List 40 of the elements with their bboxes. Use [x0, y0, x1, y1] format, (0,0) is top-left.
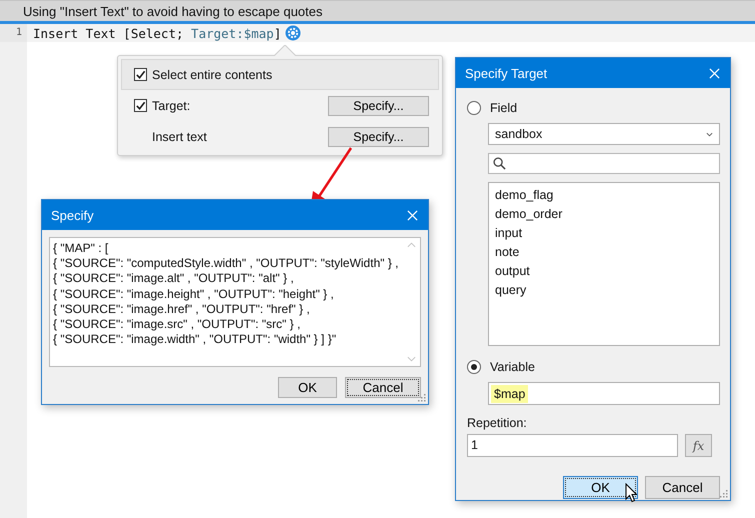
radio-button[interactable]	[467, 101, 481, 115]
repetition-label: Repetition:	[467, 416, 528, 432]
option-label: Select entire contents	[152, 68, 274, 82]
variable-field[interactable]: $map	[488, 382, 720, 405]
formula-button[interactable]: fx	[685, 434, 712, 457]
specify-button[interactable]: Specify...	[328, 96, 429, 116]
script-title: Using "Insert Text" to avoid having to escape quotes	[23, 4, 323, 18]
close-icon[interactable]	[709, 68, 720, 78]
checkbox[interactable]	[134, 68, 147, 81]
calculation-text: { "MAP" : [ { "SOURCE": "computedStyle.width" , "OUTPUT": "styleWidth" } , { "SOURCE": "image.alt" , "OUTPUT": "alt" } , { "SOURCE": "image.height" , "OUTPUT": "height" } , { "SOURCE": "image.href" , "OUTPUT": "href" } , { "SOURCE": "image.src" , "OUTPUT": "src" } , { "SOURCE": "image.width" , "OUTPUT": "width" } ] }"	[52, 240, 400, 348]
ok-button[interactable]: OK	[278, 377, 337, 398]
cancel-button[interactable]: Cancel	[345, 377, 421, 398]
dialog-title: Specify Target	[465, 66, 548, 80]
radio-label: Variable	[490, 360, 535, 374]
radio-label: Field	[490, 101, 518, 115]
search-icon	[493, 157, 506, 170]
close-icon[interactable]	[407, 210, 418, 220]
resize-grip-icon[interactable]	[718, 488, 728, 498]
option-label: Insert text	[152, 130, 208, 144]
mouse-pointer-icon	[625, 483, 637, 503]
list-item[interactable]: output	[495, 262, 713, 281]
repetition-field[interactable]: 1	[467, 434, 678, 457]
radio-button[interactable]	[467, 360, 481, 374]
gear-icon[interactable]	[285, 25, 302, 41]
resize-grip-icon[interactable]	[416, 392, 426, 402]
cancel-button[interactable]: Cancel	[645, 476, 720, 499]
option-label: Target:	[152, 98, 192, 112]
list-item[interactable]: query	[495, 281, 713, 300]
list-item[interactable]: demo_flag	[495, 186, 713, 205]
caret-icon[interactable]	[706, 132, 713, 136]
code-line: Insert Text [Select; Target:$map]	[33, 26, 282, 40]
dialog-title: Specify	[51, 208, 94, 222]
table-dropdown[interactable]: sandbox	[488, 123, 720, 145]
specify-button[interactable]: Specify...	[328, 126, 429, 146]
list-item[interactable]: demo_order	[495, 205, 713, 224]
list-item[interactable]: input	[495, 224, 713, 243]
line-number: 1	[0, 24, 27, 42]
list-item[interactable]: note	[495, 243, 713, 262]
checkbox[interactable]	[134, 99, 147, 112]
search-field[interactable]	[488, 153, 720, 174]
